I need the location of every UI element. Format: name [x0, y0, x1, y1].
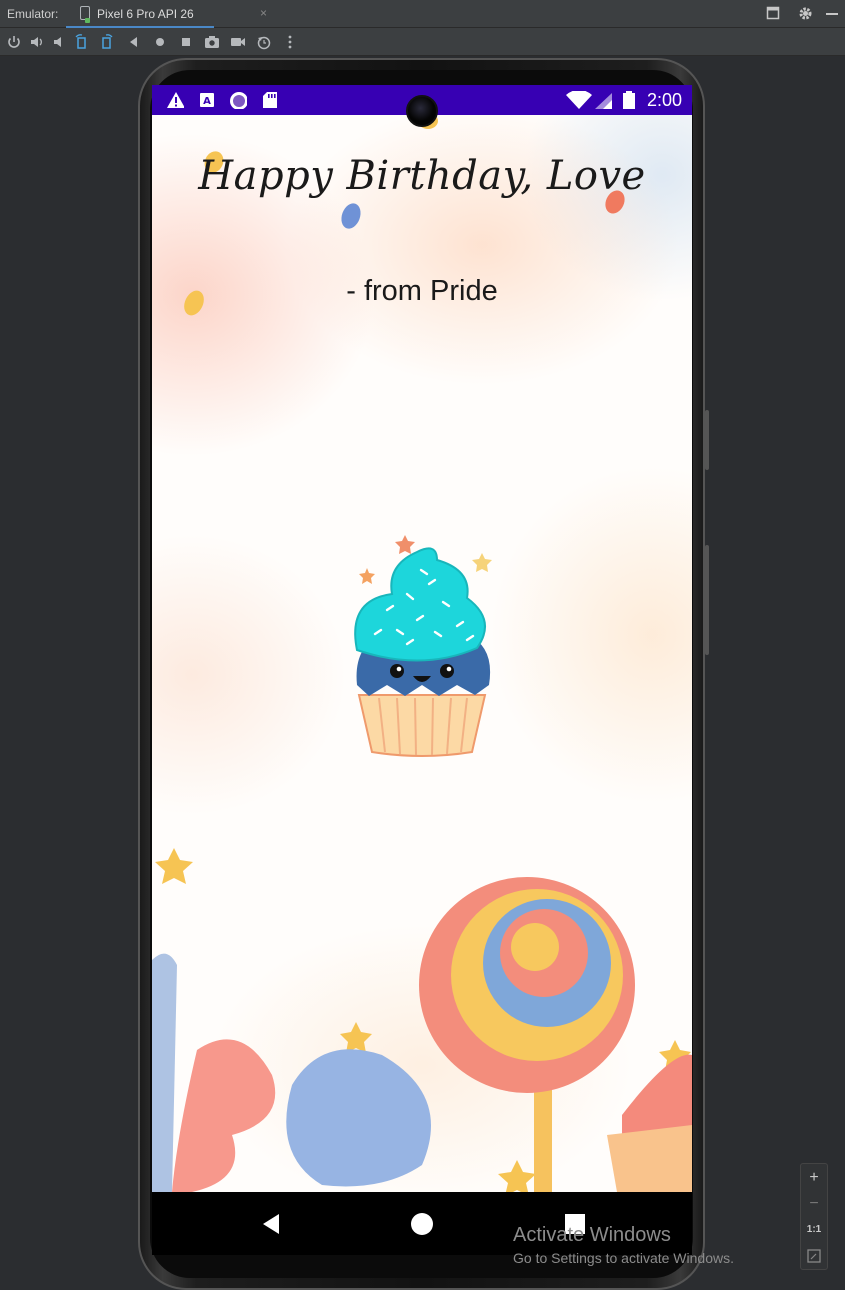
home-circle-icon[interactable] — [410, 1212, 434, 1236]
zoom-one-to-one-button[interactable]: 1:1 — [801, 1218, 827, 1242]
device-icon — [80, 6, 90, 23]
replay-icon[interactable] — [255, 33, 273, 51]
back-icon[interactable] — [125, 33, 143, 51]
emulator-tab-bar: Emulator: Pixel 6 Pro API 26 × — [0, 0, 845, 28]
status-time: 2:00 — [646, 90, 682, 110]
emulator-label: Emulator: — [7, 7, 59, 21]
volume-up-icon[interactable] — [28, 33, 46, 51]
back-triangle-icon[interactable] — [259, 1212, 283, 1236]
sd-card-icon — [263, 92, 277, 108]
greeting-subtitle: - from Pride — [346, 275, 498, 307]
record-icon[interactable] — [229, 33, 247, 51]
rotate-left-icon[interactable] — [73, 33, 91, 51]
side-button-power[interactable] — [705, 410, 709, 470]
emulator-toolbar — [0, 28, 845, 56]
warning-icon — [167, 92, 184, 108]
candy-decoration — [152, 848, 692, 1192]
minimize-icon[interactable] — [826, 6, 838, 20]
camera-icon[interactable] — [203, 33, 221, 51]
more-icon[interactable] — [281, 33, 299, 51]
greeting-title: Happy Birthday, Love — [198, 153, 646, 199]
app-background: Happy Birthday, Love - from Pride — [152, 115, 692, 1192]
tab-close-icon[interactable]: × — [260, 6, 267, 20]
signal-icon — [595, 92, 612, 109]
volume-down-icon[interactable] — [50, 33, 68, 51]
rotate-right-icon[interactable] — [97, 33, 115, 51]
zoom-controls: + − 1:1 — [800, 1163, 828, 1270]
circle-notification-icon — [230, 92, 247, 109]
cupcake-image — [354, 535, 492, 757]
side-button-volume[interactable] — [705, 545, 709, 655]
fit-screen-icon[interactable] — [801, 1244, 827, 1268]
battery-icon — [623, 91, 635, 109]
device-tab-label: Pixel 6 Pro API 26 — [97, 7, 194, 21]
activate-windows-title: Activate Windows — [513, 1224, 671, 1246]
phone-screen: A 2:00 Happy Birthday, Love - from Pride — [152, 85, 692, 1255]
front-camera — [406, 95, 438, 127]
settings-icon[interactable] — [798, 6, 813, 21]
svg-text:A: A — [203, 96, 211, 107]
zoom-out-button[interactable]: − — [801, 1192, 827, 1216]
home-icon[interactable] — [151, 33, 169, 51]
restore-icon[interactable] — [766, 6, 780, 20]
power-icon[interactable] — [5, 33, 23, 51]
wifi-icon — [566, 91, 592, 109]
device-tab[interactable]: Pixel 6 Pro API 26 × — [66, 0, 267, 28]
zoom-in-button[interactable]: + — [801, 1166, 827, 1190]
a-notification-icon: A — [200, 93, 214, 107]
activate-windows-subtitle: Go to Settings to activate Windows. — [513, 1250, 734, 1266]
overview-icon[interactable] — [177, 33, 195, 51]
